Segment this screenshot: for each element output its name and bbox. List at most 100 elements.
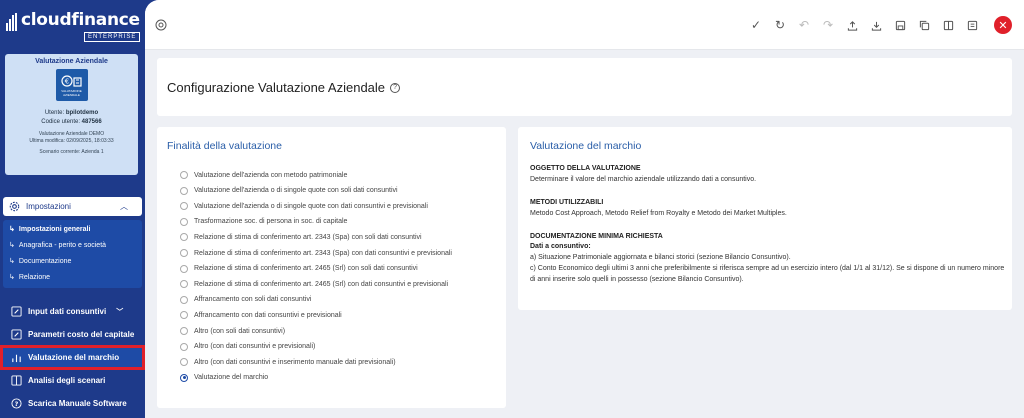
radio-unchecked-icon[interactable] — [180, 171, 188, 179]
radio-checked-icon[interactable] — [180, 373, 188, 382]
finalita-option[interactable]: Valutazione dell'azienda o di singole qu… — [180, 200, 428, 212]
doc-subheading: Dati a consuntivo: — [530, 243, 591, 250]
svg-text:?: ? — [15, 400, 19, 408]
finalita-option[interactable]: Relazione di stima di conferimento art. … — [180, 278, 448, 290]
save-icon[interactable] — [892, 17, 908, 33]
finalita-option[interactable]: Valutazione del marchio — [180, 372, 268, 384]
finalita-option[interactable]: Valutazione dell'azienda con metodo patr… — [180, 169, 347, 181]
oggetto-text: Determinare il valore del marchio aziend… — [530, 176, 757, 183]
finalita-option-label: Relazione di stima di conferimento art. … — [194, 233, 422, 241]
sidebar-item-input-dati[interactable]: Input dati consuntivi ﹀ — [3, 302, 142, 321]
chevron-down-icon: ﹀ — [116, 308, 124, 316]
finalita-option[interactable]: Altro (con dati consuntivi e previsional… — [180, 341, 315, 353]
finalita-option-label: Altro (con soli dati consuntivi) — [194, 327, 286, 335]
refresh-icon[interactable]: ↻ — [772, 17, 788, 33]
finalita-option-label: Trasformazione soc. di persona in soc. d… — [194, 218, 348, 226]
marchio-panel: Valutazione del marchio OGGETTO DELLA VA… — [518, 127, 1012, 310]
doc-heading: DOCUMENTAZIONE MINIMA RICHIESTA — [530, 233, 663, 240]
finalita-title: Finalità della valutazione — [167, 140, 282, 152]
radio-unchecked-icon[interactable] — [180, 249, 188, 257]
radio-unchecked-icon[interactable] — [180, 186, 188, 195]
doc-item-a: a) Situazione Patrimoniale aggiornata e … — [530, 254, 791, 261]
radio-unchecked-icon[interactable] — [180, 202, 188, 211]
close-icon[interactable]: ✕ — [994, 16, 1012, 34]
finalita-option[interactable]: Relazione di stima di conferimento art. … — [180, 231, 422, 243]
radio-unchecked-icon[interactable] — [180, 280, 188, 289]
sidebar-item-anagrafica[interactable]: ↳ Anagrafica - perito e società — [3, 238, 142, 252]
finalita-option[interactable]: Valutazione dell'azienda o di singole qu… — [180, 185, 398, 197]
download-icon[interactable] — [868, 17, 884, 33]
finalita-option[interactable]: Altro (con dati consuntivi e inserimento… — [180, 356, 396, 368]
finalita-option-label: Altro (con dati consuntivi e inserimento… — [194, 358, 396, 366]
valuation-image-icon: € VALUTAZIONE AZIENDALE — [55, 69, 88, 101]
radio-unchecked-icon[interactable] — [180, 217, 188, 226]
finalita-option[interactable]: Relazione di stima di conferimento art. … — [180, 247, 452, 259]
subitem-arrow-icon: ↳ — [9, 258, 15, 265]
finalita-option[interactable]: Affrancamento con soli dati consuntivi — [180, 294, 311, 306]
finalita-panel: Finalità della valutazione Valutazione d… — [157, 127, 506, 408]
sidebar-item-documentazione[interactable]: ↳ Documentazione — [3, 254, 142, 268]
finalita-option-label: Affrancamento con soli dati consuntivi — [194, 296, 312, 304]
check-icon[interactable]: ✓ — [748, 17, 764, 33]
marchio-title: Valutazione del marchio — [530, 140, 642, 152]
finalita-option-label: Relazione di stima di conferimento art. … — [194, 265, 418, 273]
subitem-arrow-icon: ↳ — [9, 274, 15, 281]
finalita-option-label: Valutazione dell'azienda o di singole qu… — [194, 202, 428, 210]
brand-name: cloudfinance — [21, 10, 140, 30]
sidebar-sub-items: ↳ Impostazioni generali ↳ Anagrafica - p… — [3, 220, 142, 288]
gear-icon — [9, 201, 20, 212]
brand-edition: ENTERPRISE — [84, 32, 141, 42]
radio-unchecked-icon[interactable] — [180, 311, 188, 320]
metodi-heading: METODI UTILIZZABILI — [530, 199, 604, 206]
subitem-arrow-icon: ↳ — [9, 242, 15, 249]
svg-text:€: € — [64, 77, 68, 85]
finalita-option[interactable]: Affrancamento con dati consuntivi e prev… — [180, 309, 342, 321]
upload-icon[interactable] — [844, 17, 860, 33]
subitem-arrow-icon: ↳ — [9, 226, 15, 233]
page-title: Configurazione Valutazione Aziendale ? — [167, 80, 401, 95]
sidebar-section-impostazioni[interactable]: Impostazioni ︿ — [3, 197, 142, 216]
sidebar-item-impostazioni-generali[interactable]: ↳ Impostazioni generali — [3, 222, 142, 236]
toolbar: ✓ ↻ ↶ ↷ ✕ — [145, 0, 1024, 50]
card-user: Utente: bpilotdemo — [44, 110, 99, 116]
radio-unchecked-icon[interactable] — [180, 233, 188, 242]
copy-icon[interactable] — [916, 17, 932, 33]
help-icon[interactable]: ? — [390, 82, 401, 93]
main-area: ✓ ↻ ↶ ↷ ✕ Configurazione Valutazione Azi… — [145, 0, 1024, 418]
radio-unchecked-icon[interactable] — [180, 342, 188, 351]
columns-icon — [11, 375, 22, 386]
oggetto-heading: OGGETTO DELLA VALUTAZIONE — [530, 165, 641, 172]
redo-icon[interactable]: ↷ — [820, 17, 836, 33]
finalita-option-label: Affrancamento con dati consuntivi e prev… — [194, 311, 342, 319]
finalita-option-label: Altro (con dati consuntivi e previsional… — [194, 343, 316, 351]
brand-logo[interactable]: cloudfinance ENTERPRISE — [6, 10, 141, 42]
radio-unchecked-icon[interactable] — [180, 264, 188, 273]
undo-icon[interactable]: ↶ — [796, 17, 812, 33]
finalita-option-label: Valutazione dell'azienda o di singole qu… — [194, 187, 398, 195]
radio-unchecked-icon[interactable] — [180, 327, 188, 335]
sidebar-item-relazione[interactable]: ↳ Relazione — [3, 270, 142, 284]
document-icon[interactable] — [964, 17, 980, 33]
radio-unchecked-icon[interactable] — [180, 295, 188, 304]
sidebar-item-parametri[interactable]: Parametri costo del capitale — [3, 325, 142, 344]
edit-icon — [11, 329, 22, 340]
finalita-option-label: Relazione di stima di conferimento art. … — [194, 280, 449, 288]
finalita-option-label: Valutazione dell'azienda con metodo patr… — [194, 171, 348, 179]
card-scenario: Scenario corrente: Azienda 1 — [39, 149, 104, 155]
finalita-option-label: Valutazione del marchio — [194, 374, 269, 382]
project-card: Valutazione Aziendale € VALUTAZIONE AZIE… — [5, 54, 138, 175]
finalita-option[interactable]: Altro (con soli dati consuntivi) — [180, 325, 285, 337]
card-title: Valutazione Aziendale — [35, 58, 108, 65]
radio-unchecked-icon[interactable] — [180, 358, 188, 367]
finalita-option[interactable]: Relazione di stima di conferimento art. … — [180, 263, 418, 275]
logo-bars-icon — [6, 13, 18, 31]
sidebar-item-valutazione-marchio[interactable]: Valutazione del marchio — [0, 345, 145, 370]
sidebar-item-analisi-scenari[interactable]: Analisi degli scenari — [3, 371, 142, 390]
section-label: Impostazioni — [26, 202, 71, 211]
lifebuoy-icon[interactable] — [155, 18, 169, 32]
card-company: Valutazione Aziendale DEMO — [38, 131, 105, 137]
columns-icon[interactable] — [940, 17, 956, 33]
card-image-label: VALUTAZIONE AZIENDALE — [61, 88, 82, 97]
sidebar-item-scarica-manuale[interactable]: ? Scarica Manuale Software — [3, 394, 142, 413]
finalita-option[interactable]: Trasformazione soc. di persona in soc. d… — [180, 216, 347, 228]
